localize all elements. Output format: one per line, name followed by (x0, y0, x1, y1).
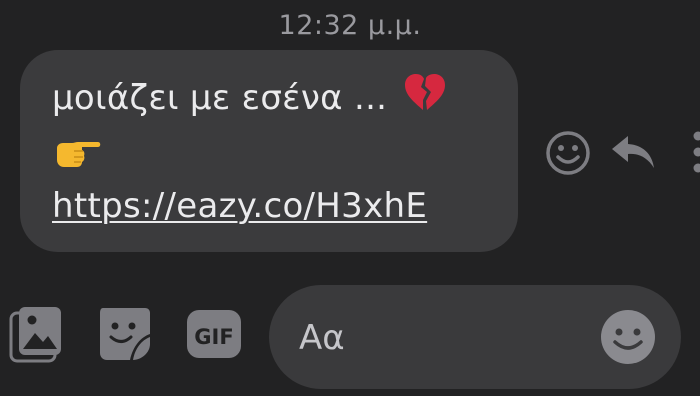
reply-arrow-icon[interactable] (610, 134, 656, 175)
message-input-placeholder: Αα (299, 318, 345, 358)
message-text: μοιάζει με εσένα ... (52, 78, 388, 118)
sticker-icon[interactable] (97, 304, 151, 367)
broken-heart-icon (404, 73, 446, 120)
message-line-1: μοιάζει με εσένα ... (52, 74, 446, 120)
vertical-ellipsis-icon[interactable] (690, 128, 700, 183)
emoji-button-icon[interactable] (600, 309, 656, 370)
gif-icon[interactable]: GIF (186, 309, 242, 364)
received-message-bubble[interactable]: μοιάζει με εσένα ... https://eazy.co/H3x… (20, 50, 518, 252)
pointing-right-hand-icon (54, 136, 102, 177)
message-input[interactable]: Αα (269, 285, 681, 389)
message-timestamp: 12:32 μ.μ. (278, 10, 422, 41)
photo-gallery-icon[interactable] (8, 305, 64, 368)
message-line-2 (52, 135, 102, 177)
gif-label: GIF (194, 325, 233, 349)
smiley-face-icon[interactable] (545, 130, 591, 181)
message-link[interactable]: https://eazy.co/H3xhE (52, 186, 427, 226)
